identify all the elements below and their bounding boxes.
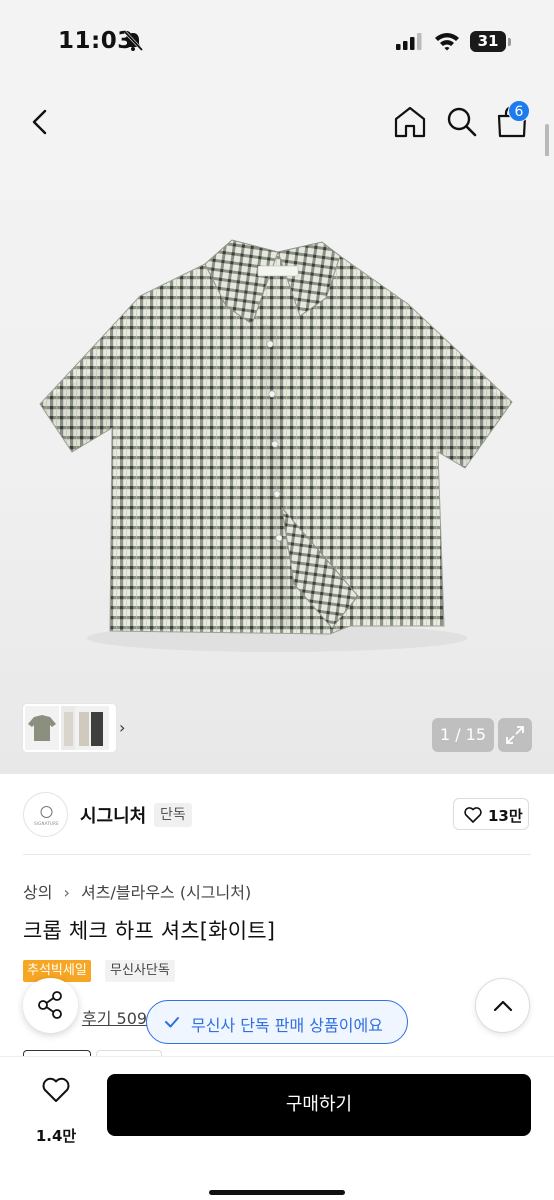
breadcrumb-item[interactable]: 상의 (23, 879, 52, 903)
brand-logo-mark-icon (40, 806, 53, 818)
image-counter: 1 / 15 (432, 718, 494, 752)
product-shirt-image (39, 239, 513, 652)
bottom-action-bar: 1.4만 구매하기 (0, 1056, 554, 1200)
wishlist-count: 1.4만 (35, 1127, 77, 1145)
status-bar: 11:03 31 (0, 0, 554, 86)
search-icon[interactable] (444, 104, 480, 140)
share-icon (38, 991, 62, 1019)
breadcrumb: 상의 › 셔츠/블라우스 (시그니처) (23, 879, 251, 903)
brand-logo[interactable]: SIGNATURE (23, 792, 68, 837)
cart-count-badge: 6 (508, 100, 530, 122)
exclusive-tag: 무신사단독 (105, 960, 175, 982)
review-link[interactable]: 후기 509 (82, 1005, 147, 1029)
heart-icon (464, 807, 482, 823)
chevron-right-icon: › (63, 883, 70, 902)
breadcrumb-item[interactable]: 셔츠/블라우스 (시그니처) (81, 879, 251, 903)
home-indicator (209, 1190, 345, 1195)
wishlist-button[interactable]: 1.4만 (20, 1075, 92, 1145)
product-title: 크롭 체크 하프 셔츠[화이트] (23, 919, 276, 943)
brand-logo-text: SIGNATURE (34, 821, 59, 826)
brand-like-count: 13만 (488, 807, 523, 825)
brand-exclusive-tag: 단독 (154, 803, 192, 827)
buy-button[interactable]: 구매하기 (107, 1074, 531, 1136)
wifi-icon (435, 33, 459, 51)
thumbnail-strip[interactable]: › (23, 704, 125, 752)
battery-indicator: 31 (470, 31, 506, 52)
heart-icon (42, 1077, 70, 1102)
thumbnail-images (25, 706, 109, 750)
divider (23, 854, 531, 855)
back-arrow-icon[interactable] (26, 104, 56, 140)
expand-icon[interactable] (498, 718, 532, 752)
bell-mute-icon (123, 30, 144, 52)
brand-row: SIGNATURE 시그니처 단독 13만 (0, 774, 554, 856)
exclusive-toast: 무신사 단독 판매 상품이에요 (146, 1000, 408, 1044)
product-page: 11:03 31 6 › 1 / 15 SIGNATURE 시그니처 단독 13… (0, 0, 554, 1200)
product-gallery[interactable]: › 1 / 15 (0, 156, 554, 774)
chevron-up-icon (493, 1000, 513, 1012)
chevron-right-icon: › (119, 718, 126, 737)
check-icon (165, 1017, 179, 1028)
top-nav (0, 86, 554, 156)
share-button[interactable] (23, 978, 78, 1033)
scroll-top-button[interactable] (475, 978, 530, 1033)
brand-like-button[interactable]: 13만 (453, 798, 529, 830)
home-icon[interactable] (392, 104, 428, 140)
battery-tip (508, 38, 511, 46)
brand-name[interactable]: 시그니처 (80, 802, 146, 828)
toast-text: 무신사 단독 판매 상품이에요 (191, 1016, 383, 1035)
signal-icon (396, 33, 422, 50)
